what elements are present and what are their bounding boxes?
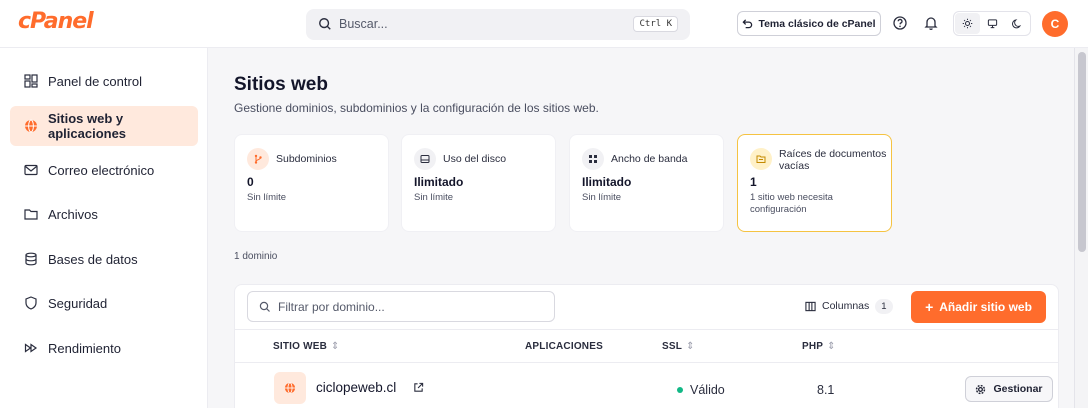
page-subtitle: Gestione dominios, subdominios y la conf… — [234, 101, 599, 115]
search-bar[interactable]: Buscar... Ctrl K — [306, 9, 690, 40]
external-link-icon[interactable] — [413, 382, 424, 393]
monitor-icon — [987, 19, 998, 29]
sidebar-item-performance[interactable]: Rendimiento — [10, 328, 198, 368]
stat-note: 1 sitio web necesita configuración — [750, 192, 833, 215]
bell-icon[interactable] — [923, 15, 939, 31]
stat-card-subdomains[interactable]: Subdominios 0 Sin límite — [234, 134, 389, 232]
site-domain-link[interactable]: ciclopeweb.cl — [316, 380, 396, 395]
column-header-php[interactable]: PHP ⇕ — [802, 341, 836, 352]
main-content: Sitios web Gestione dominios, subdominio… — [208, 48, 1074, 408]
plus-icon: + — [925, 299, 934, 315]
sidebar-item-dashboard[interactable]: Panel de control — [10, 61, 198, 101]
classic-theme-button[interactable]: Tema clásico de cPanel — [737, 11, 881, 36]
bandwidth-icon — [582, 148, 604, 170]
websites-table-panel: Filtrar por dominio... Columnas 1 + Añad… — [234, 284, 1059, 408]
sun-icon — [962, 18, 973, 29]
status-dot-icon — [677, 387, 683, 393]
column-header-site[interactable]: SITIO WEB ⇕ — [273, 341, 340, 352]
dark-theme-button[interactable] — [1005, 13, 1030, 34]
stat-value: Ilimitado — [582, 175, 632, 189]
help-icon[interactable] — [892, 15, 908, 31]
disk-icon — [414, 148, 436, 170]
stat-note: Sin límite — [247, 192, 287, 203]
sidebar-item-label: Rendimiento — [48, 340, 121, 356]
globe-icon — [274, 372, 306, 404]
columns-button[interactable]: Columnas 1 — [805, 296, 893, 316]
sidebar-item-label: Panel de control — [48, 73, 142, 89]
fast-forward-icon — [24, 343, 38, 353]
classic-theme-label: Tema clásico de cPanel — [758, 17, 876, 30]
sidebar: Panel de control Sitios web y aplicacion… — [0, 48, 208, 408]
sidebar-item-files[interactable]: Archivos — [10, 194, 198, 234]
sort-icon: ⇕ — [827, 341, 836, 352]
gear-icon — [976, 384, 986, 394]
sidebar-item-websites[interactable]: Sitios web y aplicaciones — [10, 106, 198, 146]
stat-card-bandwidth[interactable]: Ancho de banda Ilimitado Sin límite — [569, 134, 724, 232]
columns-label: Columnas — [822, 300, 870, 312]
search-icon — [319, 18, 331, 30]
scrollbar-thumb[interactable] — [1078, 52, 1086, 252]
sidebar-item-security[interactable]: Seguridad — [10, 283, 198, 323]
column-header-apps: APLICACIONES — [525, 341, 603, 352]
sidebar-item-label: Seguridad — [48, 295, 108, 311]
ssl-status: Válido — [677, 383, 725, 397]
folder-warning-icon — [750, 148, 772, 170]
stat-title: Uso del disco — [443, 153, 507, 165]
stat-note: Sin límite — [582, 192, 622, 203]
stat-card-disk-usage[interactable]: Uso del disco Ilimitado Sin límite — [401, 134, 556, 232]
stat-note: Sin límite — [414, 192, 454, 203]
stat-value: 1 — [750, 175, 757, 189]
branch-icon — [247, 148, 269, 170]
moon-icon — [1012, 19, 1022, 29]
sidebar-item-label: Sitios web y aplicaciones — [48, 111, 127, 141]
manage-button[interactable]: Gestionar — [965, 376, 1053, 402]
columns-count-badge: 1 — [875, 298, 893, 314]
domain-filter-input[interactable]: Filtrar por dominio... — [247, 291, 555, 322]
search-placeholder: Buscar... — [339, 17, 388, 31]
stat-title: Ancho de banda — [611, 153, 688, 165]
sidebar-item-label: Bases de datos — [48, 251, 138, 267]
mail-icon — [24, 164, 38, 176]
shield-icon — [25, 296, 37, 310]
search-shortcut-badge: Ctrl K — [633, 16, 678, 32]
sidebar-item-databases[interactable]: Bases de datos — [10, 239, 198, 279]
stat-value: Ilimitado — [414, 175, 464, 189]
top-bar: cPanel Buscar... Ctrl K Tema clásico de … — [0, 0, 1088, 48]
sort-icon: ⇕ — [686, 341, 695, 352]
columns-icon — [805, 301, 816, 311]
user-avatar[interactable]: C — [1042, 11, 1068, 37]
add-website-button[interactable]: + Añadir sitio web — [911, 291, 1046, 323]
sidebar-item-label: Correo electrónico — [48, 162, 155, 178]
globe-icon — [25, 119, 37, 133]
page-title: Sitios web — [234, 74, 328, 95]
stat-card-empty-docroots[interactable]: Raíces de documentos vacías 1 1 sitio we… — [737, 134, 892, 232]
add-website-label: Añadir sitio web — [939, 300, 1032, 314]
domain-count: 1 dominio — [234, 251, 278, 262]
search-icon — [259, 301, 270, 312]
stat-title: Raíces de documentos vacías — [779, 148, 887, 172]
system-theme-button[interactable] — [980, 13, 1005, 34]
table-header: SITIO WEB ⇕ APLICACIONES SSL ⇕ PHP ⇕ — [235, 329, 1058, 363]
sort-icon: ⇕ — [331, 341, 340, 352]
page-scrollbar[interactable] — [1074, 48, 1088, 408]
table-row: ciclopeweb.cl Válido 8.1 Gestionar — [235, 364, 1058, 408]
undo-icon — [742, 19, 753, 29]
dashboard-icon — [24, 74, 38, 88]
stat-title: Subdominios — [276, 153, 337, 165]
sidebar-item-email[interactable]: Correo electrónico — [10, 150, 198, 190]
filter-placeholder: Filtrar por dominio... — [278, 300, 385, 314]
folder-icon — [24, 209, 38, 220]
theme-toggle — [953, 11, 1031, 36]
sidebar-item-label: Archivos — [48, 206, 98, 222]
light-theme-button[interactable] — [955, 13, 980, 34]
stat-value: 0 — [247, 175, 254, 189]
cpanel-logo[interactable]: cPanel — [18, 9, 94, 34]
php-version: 8.1 — [817, 383, 835, 397]
database-icon — [25, 252, 37, 266]
column-header-ssl[interactable]: SSL ⇕ — [662, 341, 695, 352]
